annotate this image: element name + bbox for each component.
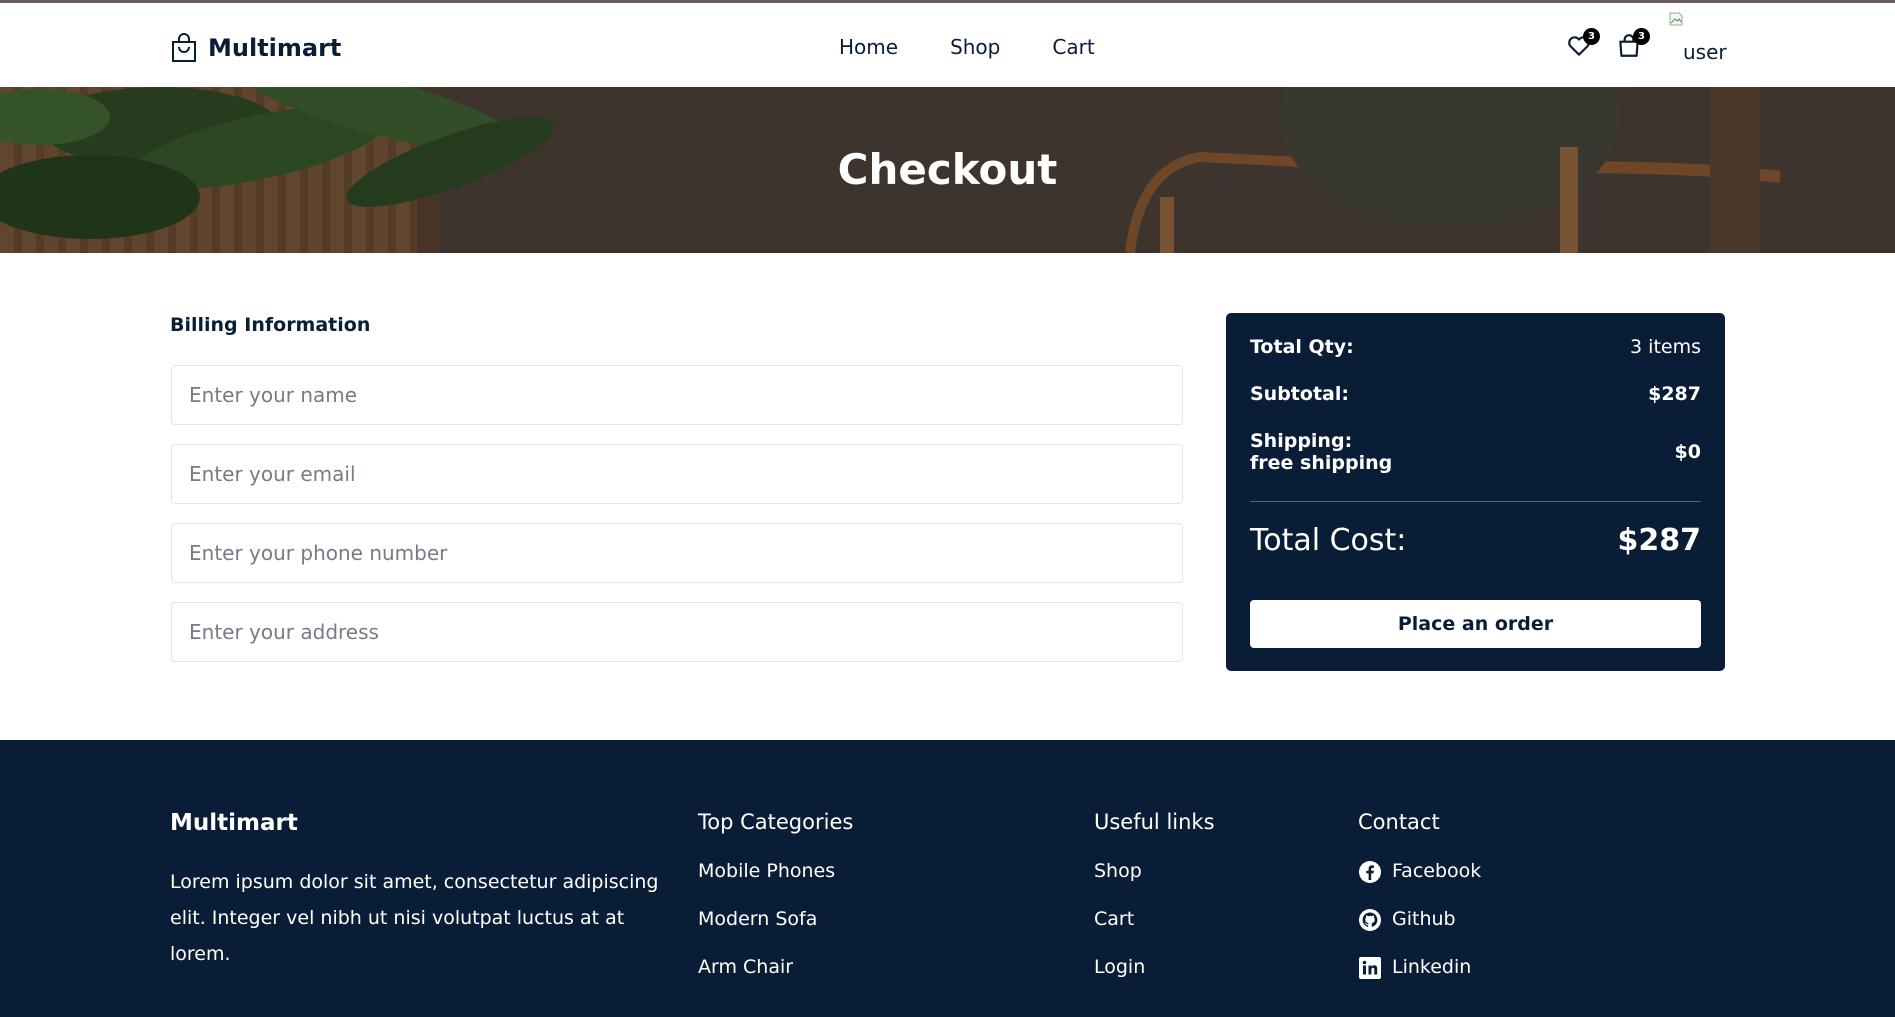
cart-count-badge: 3 [1633,28,1650,45]
wishlist-button[interactable]: 3 [1566,28,1600,59]
footer-about: Multimart Lorem ipsum dolor sit amet, co… [170,810,670,972]
categories-list: Mobile Phones Modern Sofa Arm Chair [698,860,853,1004]
user-avatar[interactable]: user [1668,11,1728,64]
nav-cart[interactable]: Cart [1052,35,1094,59]
footer-categories: Top Categories Mobile Phones Modern Sofa… [698,810,853,1004]
order-summary: Total Qty: 3 items Subtotal: $287 Shippi… [1226,313,1725,671]
email-input[interactable] [171,444,1183,504]
billing-title: Billing Information [170,314,371,336]
header-actions: 3 3 [1566,28,1666,59]
categories-heading: Top Categories [698,810,854,834]
brand-name: Multimart [208,34,342,62]
contact-label: Facebook [1392,860,1482,882]
main-nav: Home Shop Cart [839,35,1095,59]
total-qty-row: Total Qty: 3 items [1250,336,1701,358]
total-cost-row: Total Cost: $287 [1250,523,1701,558]
checkout-page: Multimart Home Shop Cart 3 3 user Checko… [0,0,1895,1017]
category-link[interactable]: Mobile Phones [698,860,853,908]
total-cost-value: $287 [1617,523,1702,558]
address-input[interactable] [171,602,1183,662]
hero-banner: Checkout [0,87,1895,253]
contact-github[interactable]: Github [1358,908,1481,956]
cart-button[interactable]: 3 [1616,28,1650,59]
user-alt-text: user [1683,40,1727,64]
page-title: Checkout [837,145,1058,194]
subtotal-label: Subtotal: [1250,383,1349,405]
category-link[interactable]: Modern Sofa [698,908,853,956]
summary-divider [1250,501,1701,502]
site-footer: Multimart Lorem ipsum dolor sit amet, co… [0,740,1895,1017]
total-qty-label: Total Qty: [1250,336,1354,358]
broken-image-icon [1669,12,1683,26]
footer-useful-links: Useful links Shop Cart Login [1094,810,1215,1004]
contact-facebook[interactable]: Facebook [1358,860,1481,908]
total-qty-value: 3 items [1630,336,1701,358]
contact-label: Linkedin [1392,956,1472,978]
logo[interactable]: Multimart [170,31,341,65]
contact-list: Facebook Github Linkedin [1358,860,1481,1004]
shipping-row: Shipping: free shipping $0 [1250,430,1701,474]
linkedin-icon [1358,956,1382,980]
facebook-icon [1358,860,1382,884]
contact-label: Github [1392,908,1456,930]
footer-description: Lorem ipsum dolor sit amet, consectetur … [170,871,659,965]
place-order-button[interactable]: Place an order [1250,600,1701,648]
contact-linkedin[interactable]: Linkedin [1358,956,1481,1004]
footer-contact: Contact Facebook Github Linkedin [1358,810,1481,1004]
useful-link[interactable]: Cart [1094,908,1215,956]
useful-link[interactable]: Shop [1094,860,1215,908]
subtotal-value: $287 [1648,383,1701,405]
contact-heading: Contact [1358,810,1440,834]
useful-link[interactable]: Login [1094,956,1215,1004]
shipping-label-group: Shipping: free shipping [1250,430,1392,474]
shipping-note: free shipping [1250,452,1393,474]
useful-links-heading: Useful links [1094,810,1215,834]
useful-links-list: Shop Cart Login [1094,860,1215,1004]
site-header: Multimart Home Shop Cart 3 3 user [0,0,1895,87]
subtotal-row: Subtotal: $287 [1250,383,1701,405]
shopping-bag-icon [170,33,198,63]
phone-input[interactable] [171,523,1183,583]
nav-home[interactable]: Home [839,35,898,59]
nav-shop[interactable]: Shop [950,35,1000,59]
name-input[interactable] [171,365,1183,425]
wishlist-count-badge: 3 [1583,28,1600,45]
shipping-value: $0 [1674,441,1701,463]
total-cost-label: Total Cost: [1250,523,1407,558]
shipping-label: Shipping: [1250,430,1353,452]
footer-brand: Multimart [170,810,298,836]
github-icon [1358,908,1382,932]
category-link[interactable]: Arm Chair [698,956,853,1004]
